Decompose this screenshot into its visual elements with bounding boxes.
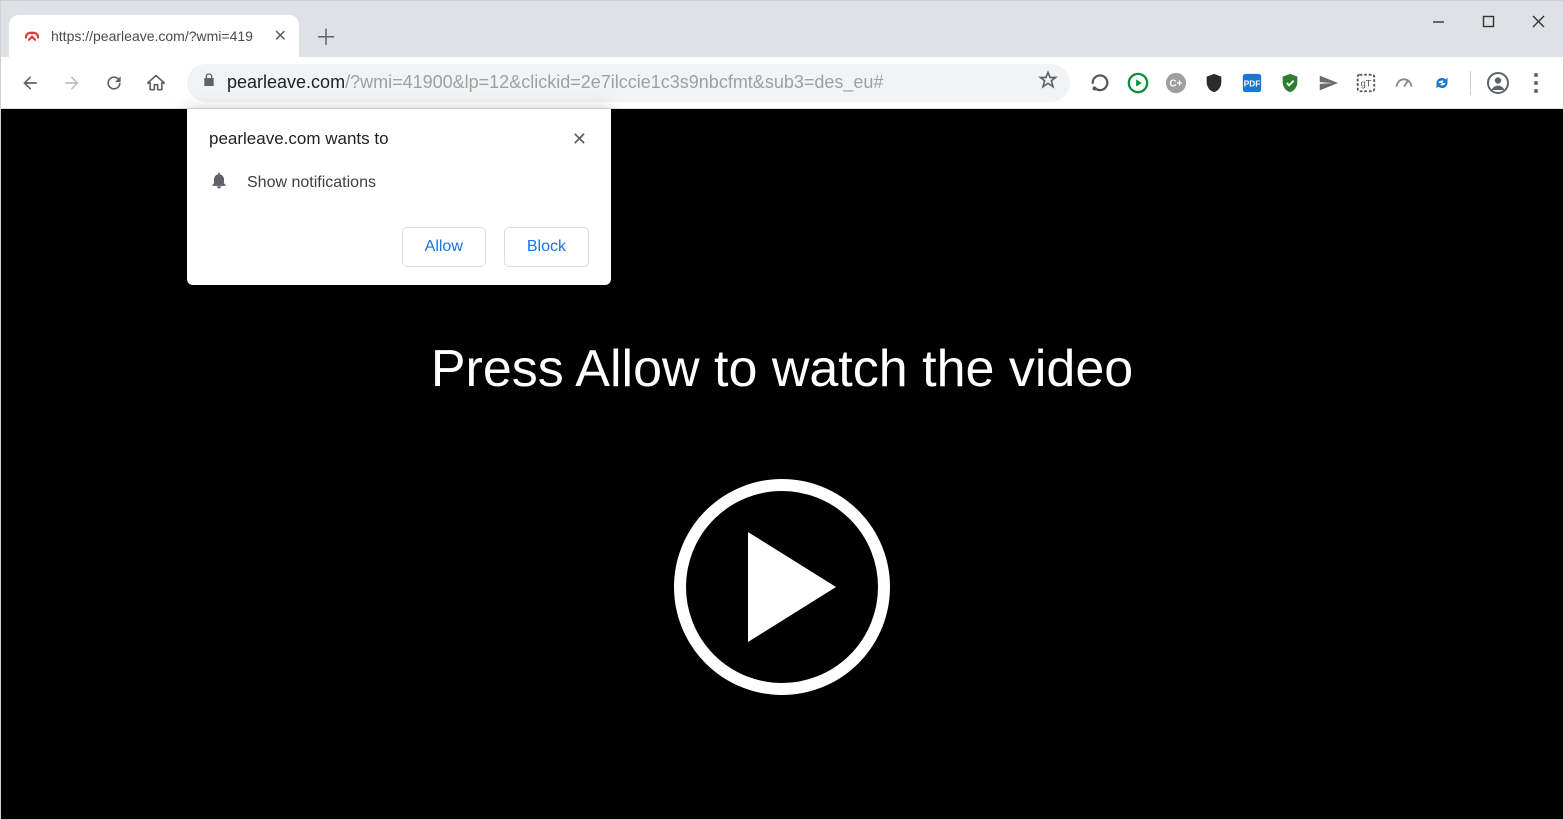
back-button[interactable] [11, 64, 49, 102]
tab-strip: https://pearleave.com/?wmi=419 ✕ ＋ [1, 1, 1563, 57]
tab-title: https://pearleave.com/?wmi=419 [51, 28, 264, 44]
notification-permission-popup: pearleave.com wants to ✕ Show notificati… [187, 109, 611, 285]
browser-window: https://pearleave.com/?wmi=419 ✕ ＋ [0, 0, 1564, 820]
close-tab-icon[interactable]: ✕ [274, 26, 287, 46]
allow-button[interactable]: Allow [402, 227, 486, 267]
extension-1-icon[interactable] [1086, 69, 1114, 97]
extension-speed-icon[interactable] [1390, 69, 1418, 97]
window-controls [1413, 1, 1563, 41]
permission-message: Show notifications [247, 174, 376, 192]
play-icon [748, 532, 836, 642]
toolbar-separator [1470, 71, 1471, 95]
new-tab-button[interactable]: ＋ [309, 19, 343, 53]
svg-text:PDF: PDF [1244, 79, 1261, 88]
forward-button[interactable] [53, 64, 91, 102]
home-button[interactable] [137, 64, 175, 102]
permission-title: pearleave.com wants to [209, 129, 389, 149]
minimize-button[interactable] [1413, 1, 1463, 41]
play-button[interactable] [674, 479, 890, 695]
extension-sync-icon[interactable] [1428, 69, 1456, 97]
svg-text:C+: C+ [1169, 78, 1182, 89]
extension-icons: C+ PDF gT [1080, 69, 1460, 97]
extension-send-icon[interactable] [1314, 69, 1342, 97]
address-bar[interactable]: pearleave.com/?wmi=41900&lp=12&clickid=2… [187, 64, 1070, 102]
lock-icon[interactable] [201, 72, 217, 93]
profile-avatar-icon[interactable] [1481, 66, 1515, 100]
svg-text:gT: gT [1361, 78, 1372, 88]
extension-pdf-icon[interactable]: PDF [1238, 69, 1266, 97]
maximize-button[interactable] [1463, 1, 1513, 41]
bookmark-star-icon[interactable] [1038, 70, 1058, 95]
permission-close-icon[interactable]: ✕ [570, 129, 589, 150]
extension-shield-green-icon[interactable] [1276, 69, 1304, 97]
toolbar: pearleave.com/?wmi=41900&lp=12&clickid=2… [1, 57, 1563, 109]
browser-tab[interactable]: https://pearleave.com/?wmi=419 ✕ [9, 15, 299, 57]
url-text: pearleave.com/?wmi=41900&lp=12&clickid=2… [227, 72, 1028, 93]
extension-cplus-icon[interactable]: C+ [1162, 69, 1190, 97]
bell-icon [209, 170, 229, 195]
reload-button[interactable] [95, 64, 133, 102]
page-headline: Press Allow to watch the video [431, 339, 1133, 399]
extension-translate-icon[interactable]: gT [1352, 69, 1380, 97]
favicon-icon [23, 27, 41, 45]
block-button[interactable]: Block [504, 227, 589, 267]
url-host: pearleave.com [227, 72, 345, 92]
url-path: /?wmi=41900&lp=12&clickid=2e7ilccie1c3s9… [345, 72, 883, 92]
page-content: Press Allow to watch the video pearleave… [1, 109, 1563, 819]
kebab-menu-icon[interactable] [1519, 66, 1553, 100]
extension-shield-dark-icon[interactable] [1200, 69, 1228, 97]
window-close-button[interactable] [1513, 1, 1563, 41]
extension-play-icon[interactable] [1124, 69, 1152, 97]
